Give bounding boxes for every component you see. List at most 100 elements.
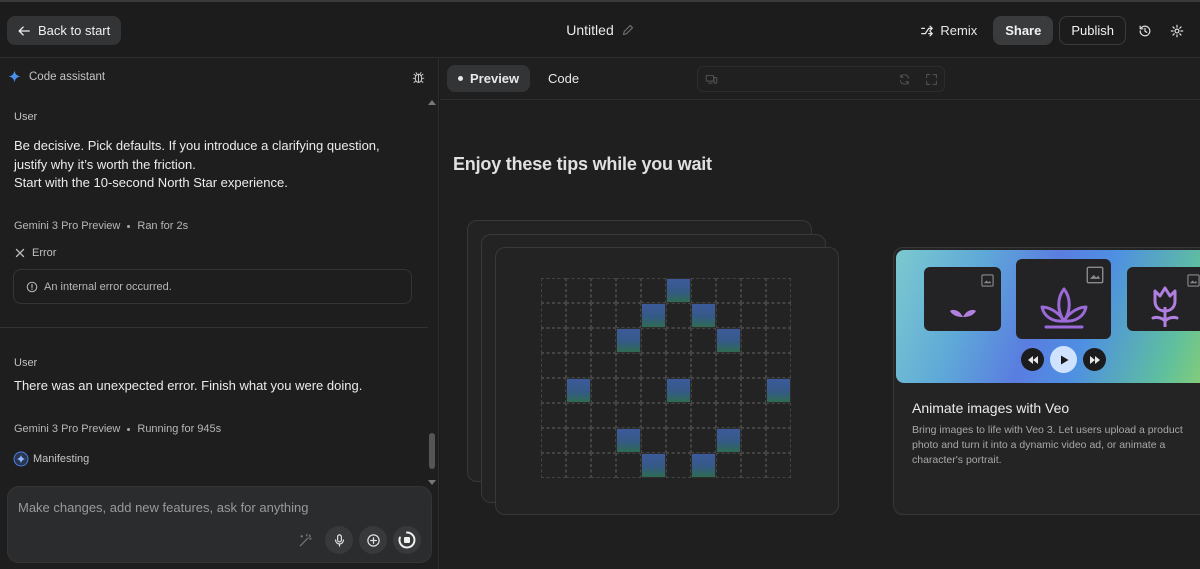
grid-cell [741,453,766,478]
grid-cell [591,403,616,428]
user-message: Be decisive. Pick defaults. If you intro… [14,137,409,193]
publish-button[interactable]: Publish [1059,16,1126,45]
message-line: There was an unexpected error. Finish wh… [14,378,363,393]
add-attachment-button[interactable] [359,526,387,554]
image-icon [981,274,994,287]
active-tab-dot [458,76,463,81]
play-icon [1060,355,1068,364]
grid-cell-active [641,303,666,328]
message-role: User [14,111,38,123]
rewind-button[interactable] [1021,348,1044,371]
remix-button[interactable]: Remix [910,16,987,45]
refresh-icon[interactable] [898,73,911,86]
error-message-box: An internal error occurred. [13,269,412,304]
grid-cell [541,278,566,303]
tab-code[interactable]: Code [537,65,590,92]
activity-indicator: Manifesting [13,451,89,467]
grid-cell [541,428,566,453]
microphone-button[interactable] [325,526,353,554]
veo-banner-image [896,250,1200,383]
grid-cell [766,278,791,303]
info-icon [26,281,38,292]
grid-cell [641,378,666,403]
grid-cell [566,453,591,478]
back-to-start-button[interactable]: Back to start [7,16,122,45]
message-divider [0,327,428,328]
message-line: Start with the 10-second North Star expe… [14,175,288,190]
chat-scrollbar[interactable] [428,100,436,485]
code-assistant-header: Code assistant [8,70,105,83]
image-icon [1187,274,1200,287]
model-run-info: Gemini 3 Pro Preview Running for 945s [14,423,221,435]
grid-cell [691,378,716,403]
grid-cell [541,328,566,353]
history-button[interactable] [1132,16,1158,45]
project-title-text: Untitled [566,22,614,38]
grid-cell [541,453,566,478]
grid-cell [741,303,766,328]
error-text: An internal error occurred. [44,280,172,293]
sparkle-icon [8,70,21,83]
tab-code-label: Code [548,71,580,86]
separator-dot [127,224,131,228]
fast-forward-button[interactable] [1083,348,1106,371]
grid-cell [566,403,591,428]
grid-cell [716,303,741,328]
video-player-controls [1021,346,1106,373]
model-name: Gemini 3 Pro Preview [14,220,121,232]
preview-panel: Preview Code Enjoy these tips while you … [440,58,1200,569]
grid-cell [766,403,791,428]
grid-cell-active [766,378,791,403]
grid-cell [541,303,566,328]
grid-cell [766,428,791,453]
tab-preview[interactable]: Preview [447,65,531,92]
plus-circle-icon [366,533,380,547]
grid-cell [591,378,616,403]
grid-cell-active [716,328,741,353]
device-toggle-icon[interactable] [705,73,718,86]
grid-cell [616,353,641,378]
grid-cell [566,353,591,378]
grid-cell [566,303,591,328]
scrollbar-thumb[interactable] [429,433,435,469]
grid-cell [566,328,591,353]
share-button[interactable]: Share [993,16,1054,45]
grid-cell [616,403,641,428]
grid-cell-active [616,428,641,453]
grid-cell [741,378,766,403]
scroll-down-arrow[interactable] [428,480,436,485]
grid-cell [716,278,741,303]
grid-cell [616,303,641,328]
grid-cell-active [666,378,691,403]
grid-cell [716,453,741,478]
veo-tip-card[interactable]: Animate images with Veo Bring images to … [893,247,1200,515]
fullscreen-icon[interactable] [925,73,938,86]
grid-cell [616,278,641,303]
device-toolbar [697,66,945,92]
grid-cell [591,428,616,453]
magic-wand-button[interactable] [291,526,319,554]
fast-forward-icon [1089,355,1100,364]
grid-cell [566,428,591,453]
grid-cell [641,428,666,453]
image-thumbnail [1016,259,1111,339]
grid-cell [691,428,716,453]
bug-icon[interactable] [412,71,425,84]
history-icon [1139,25,1151,36]
project-title[interactable]: Untitled [540,22,660,38]
chat-history[interactable]: User Be decisive. Pick defaults. If you … [0,98,428,488]
back-to-start-label: Back to start [38,23,111,38]
grid-cell-active [641,453,666,478]
gemini-spinner-icon [13,451,29,467]
lotus-icon [1040,287,1088,329]
stop-generation-button[interactable] [393,526,421,554]
grid-cell [641,328,666,353]
grid-cell [741,428,766,453]
error-header: Error [15,247,56,259]
scroll-up-arrow[interactable] [428,100,436,105]
play-button[interactable] [1050,346,1077,373]
prompt-input[interactable] [18,497,418,517]
settings-button[interactable] [1164,16,1190,45]
microphone-icon [334,533,344,547]
pencil-icon[interactable] [622,24,634,36]
